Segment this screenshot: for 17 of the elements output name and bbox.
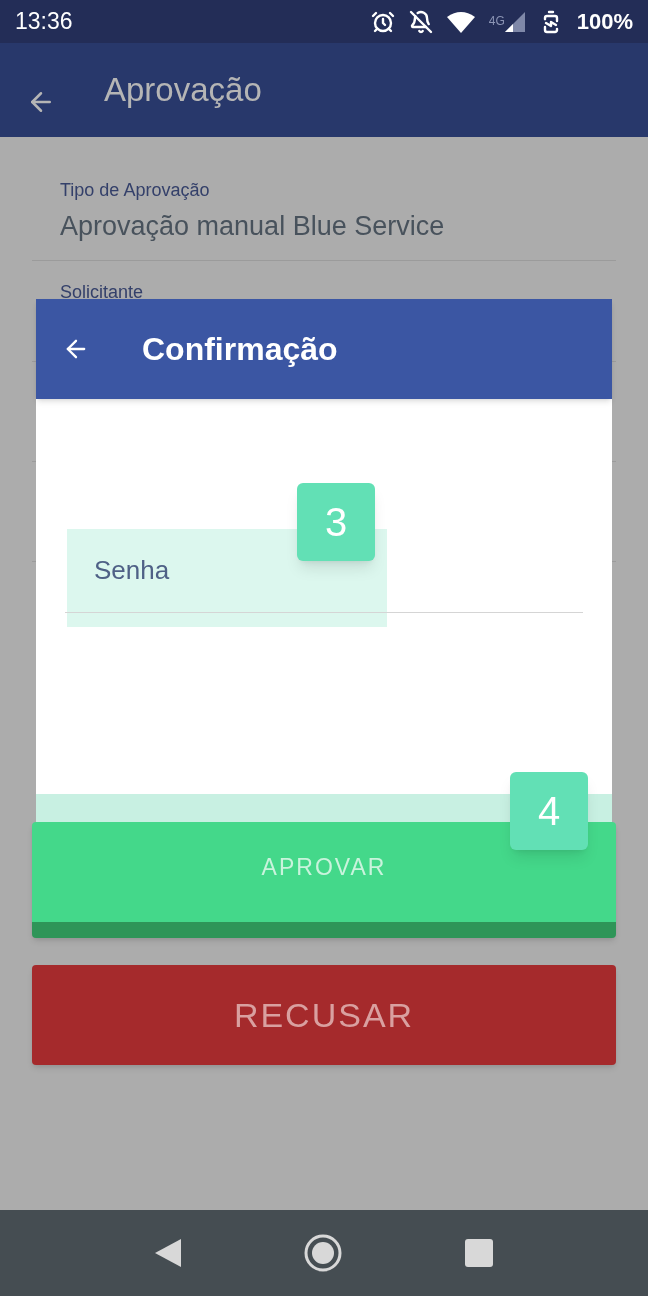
signal-icon bbox=[504, 11, 525, 32]
home-icon[interactable] bbox=[303, 1233, 343, 1273]
dialog-title: Confirmação bbox=[142, 330, 338, 369]
page-title: Aprovação bbox=[104, 70, 262, 111]
back-icon[interactable] bbox=[155, 1239, 181, 1267]
field-label: Solicitante bbox=[60, 281, 145, 304]
status-time: 13:36 bbox=[15, 7, 73, 37]
step-badge: 4 bbox=[510, 772, 588, 850]
field-label: Tipo de Aprovação bbox=[60, 179, 211, 202]
network-type: 4G bbox=[488, 12, 505, 30]
battery-percent: 100% bbox=[576, 8, 633, 36]
reject-button[interactable]: RECUSAR bbox=[32, 965, 616, 1065]
bell-off-icon bbox=[408, 9, 433, 34]
alarm-icon bbox=[370, 9, 395, 34]
step-badge: 3 bbox=[297, 483, 375, 561]
wifi-icon bbox=[446, 10, 475, 33]
field-value: Aprovação manual Blue Service bbox=[60, 210, 446, 243]
